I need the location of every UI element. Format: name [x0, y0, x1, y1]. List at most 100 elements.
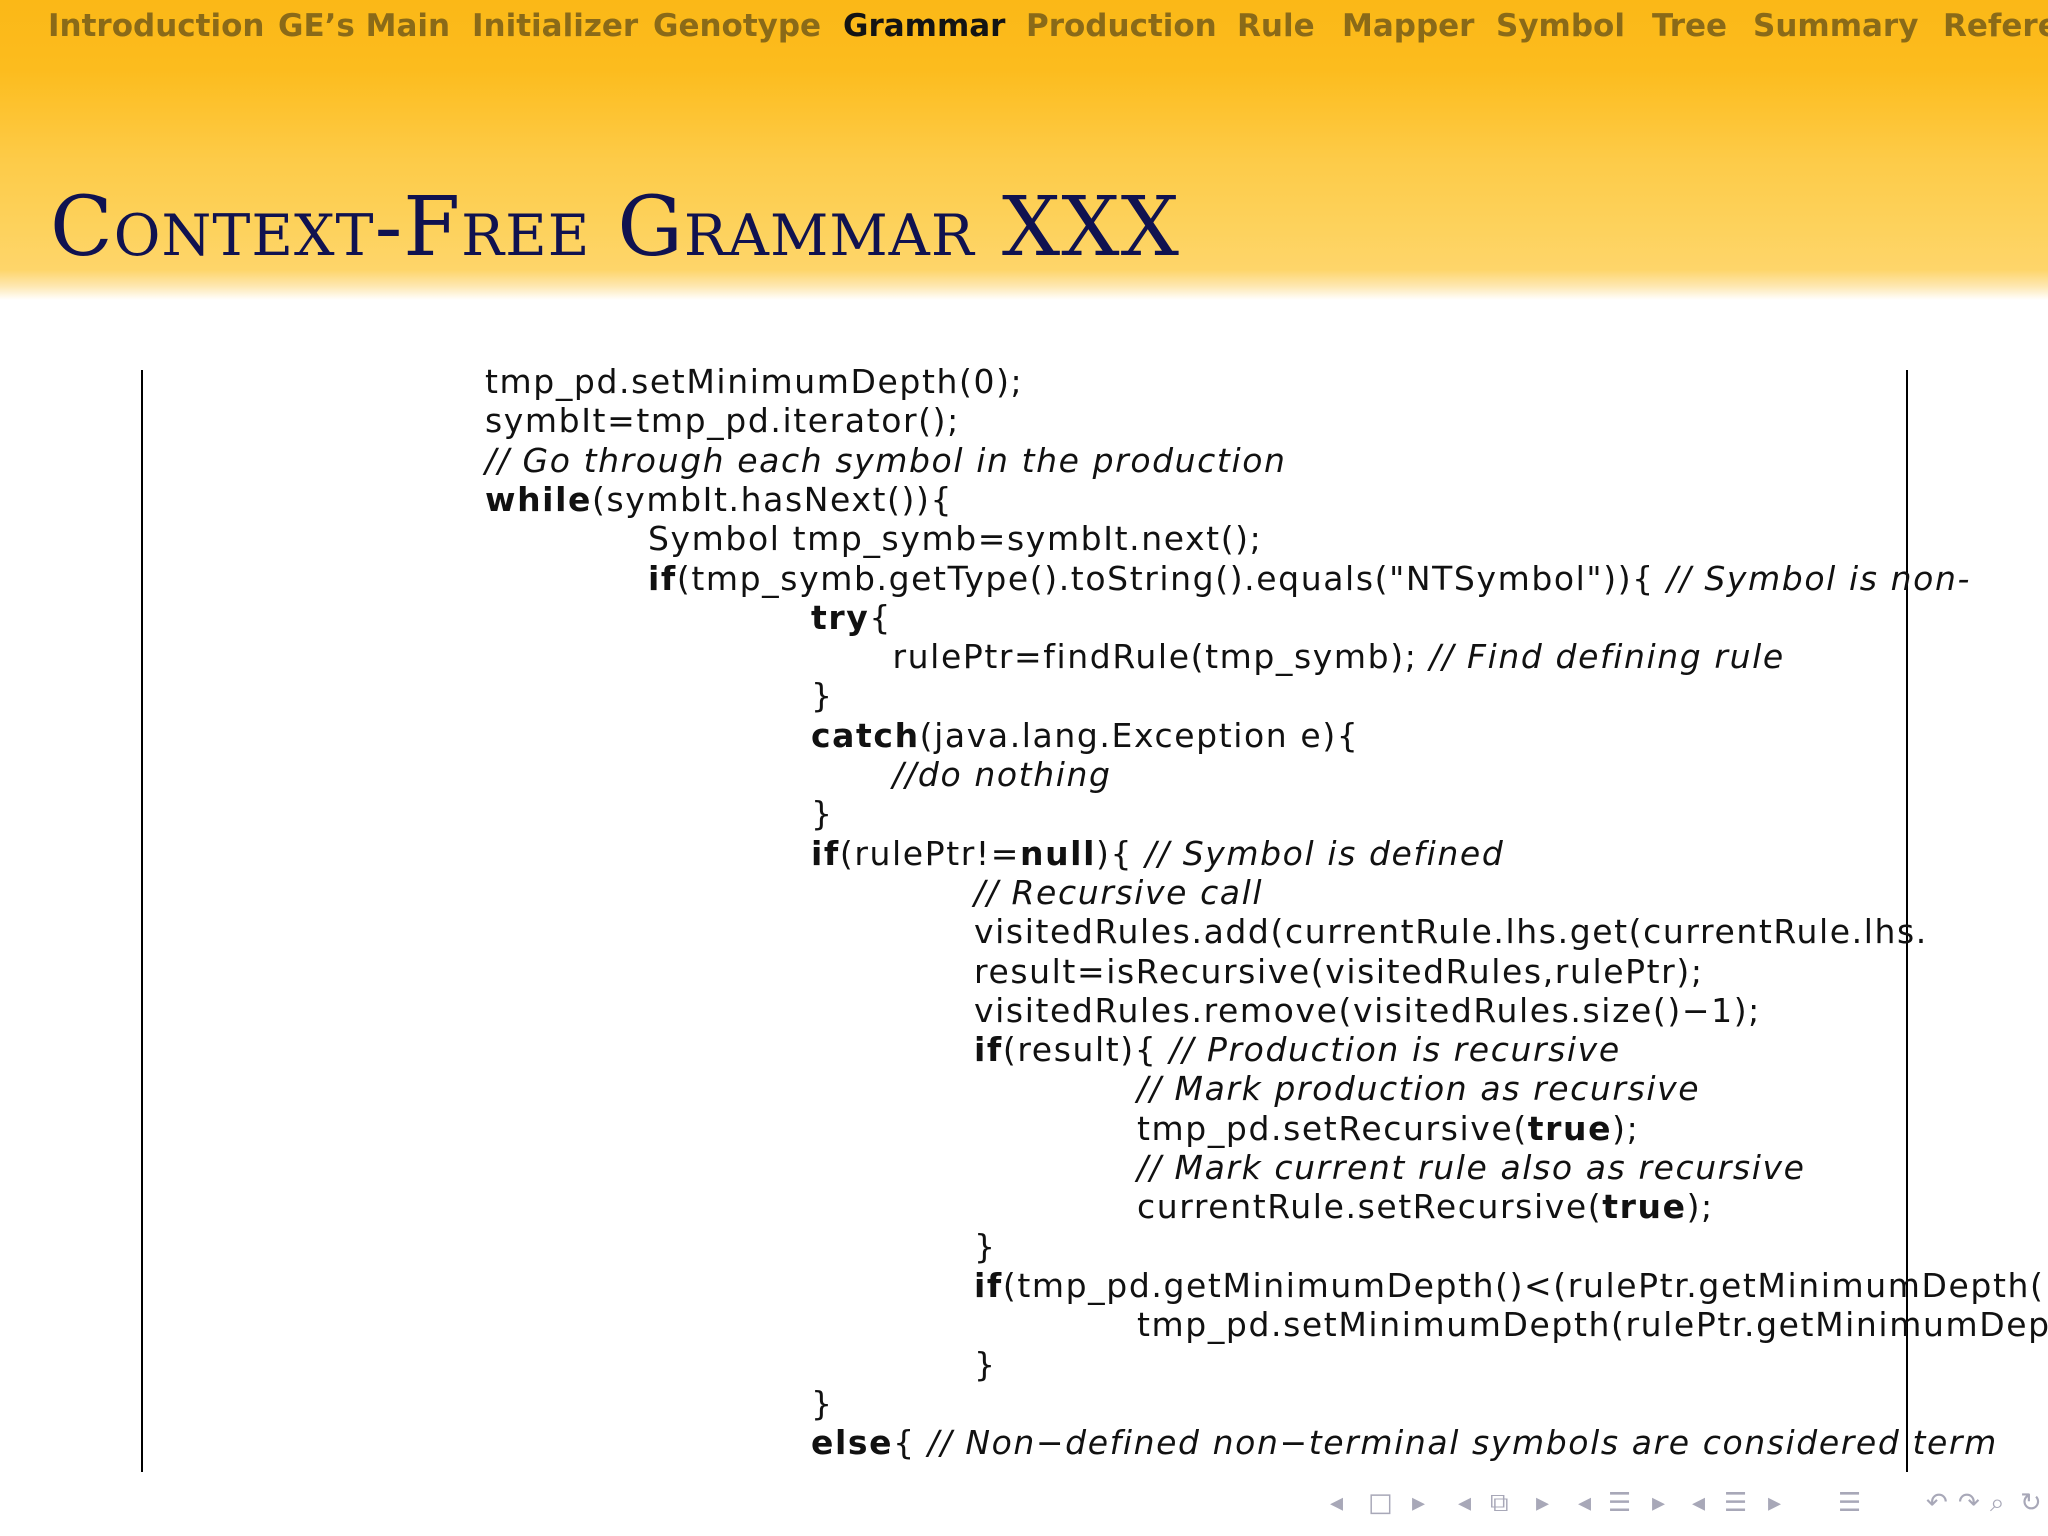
code-text: (tmp_symb.getType().toString().equals("N…: [676, 558, 1667, 598]
code-keyword: null: [1020, 833, 1097, 873]
nav-item-refere[interactable]: Refere: [1943, 8, 2048, 44]
nav-item-grammar[interactable]: Grammar: [843, 8, 1005, 44]
code-comment: // Symbol is non-: [1666, 558, 1971, 598]
section-icon[interactable]: ☰: [1608, 1488, 1631, 1518]
code-keyword: if: [974, 1030, 1003, 1070]
back-icon[interactable]: ↶: [1926, 1488, 1948, 1518]
document-icon[interactable]: ☰: [1724, 1488, 1747, 1518]
code-text: );: [1686, 1187, 1714, 1227]
code-text: (tmp_pd.getMinimumDepth()<(rulePtr.getMi…: [1002, 1265, 2045, 1305]
prev-frame-arrow-icon[interactable]: ◂: [1330, 1488, 1343, 1518]
code-line: // Recursive call: [974, 873, 1263, 912]
code-line: //do nothing: [893, 755, 1112, 794]
code-text: currentRule.setRecursive(: [1137, 1187, 1603, 1227]
code-text: (result){: [1002, 1030, 1170, 1070]
nav-item-tree[interactable]: Tree: [1652, 8, 1727, 44]
code-text: }: [811, 794, 834, 834]
code-text: Symbol tmp_symb=symbIt.next();: [648, 519, 1263, 559]
slide-title: Context-Free Grammar XXX: [50, 180, 1180, 275]
next-frame-arrow-icon[interactable]: ▸: [1412, 1488, 1425, 1518]
code-keyword: if: [974, 1265, 1003, 1305]
code-text: (java.lang.Exception e){: [919, 715, 1360, 755]
nav-item-introduction[interactable]: Introduction: [48, 8, 264, 44]
code-comment: // Symbol is defined: [1145, 833, 1505, 873]
nav-item-symbol[interactable]: Symbol: [1496, 8, 1625, 44]
code-comment: //do nothing: [892, 755, 1112, 794]
code-line: if(tmp_pd.getMinimumDepth()<(rulePtr.get…: [974, 1266, 2045, 1305]
code-line: }: [974, 1227, 997, 1266]
code-text: visitedRules.add(currentRule.lhs.get(cur…: [974, 912, 1928, 952]
code-text: {: [893, 1423, 928, 1463]
code-text: }: [811, 676, 834, 716]
code-line: // Mark current rule also as recursive: [1137, 1148, 1806, 1187]
code-line: }: [811, 794, 834, 833]
code-line: if(tmp_symb.getType().toString().equals(…: [648, 559, 1971, 598]
code-comment: // Find defining rule: [1429, 637, 1785, 677]
refresh-icon[interactable]: ↻: [2020, 1488, 2042, 1518]
code-keyword: try: [811, 597, 870, 637]
code-line: while(symbIt.hasNext()){: [485, 480, 953, 519]
code-line: tmp_pd.setMinimumDepth(0);: [485, 362, 1023, 401]
code-line: catch(java.lang.Exception e){: [811, 716, 1359, 755]
code-line: symbIt=tmp_pd.iterator();: [485, 401, 960, 440]
code-text: rulePtr=findRule(tmp_symb);: [892, 637, 1430, 677]
code-text: }: [974, 1226, 997, 1266]
code-text: }: [811, 1383, 834, 1423]
code-line: Symbol tmp_symb=symbIt.next();: [648, 519, 1262, 558]
code-text: tmp_pd.setMinimumDepth(rulePtr.getMinimu…: [1137, 1305, 2048, 1345]
prev-subsection-arrow-icon[interactable]: ◂: [1458, 1488, 1471, 1518]
code-keyword: if: [811, 833, 840, 873]
code-keyword: catch: [811, 715, 920, 755]
prev-document-arrow-icon[interactable]: ◂: [1692, 1488, 1705, 1518]
code-text: tmp_pd.setRecursive(: [1137, 1108, 1528, 1148]
code-line: result=isRecursive(visitedRules,rulePtr)…: [974, 952, 1704, 991]
code-line: }: [974, 1345, 997, 1384]
code-comment: // Recursive call: [974, 872, 1264, 912]
code-keyword: if: [648, 558, 677, 598]
slide-header: Introduction GE’s Main Initializer Genotype…: [0, 0, 2048, 300]
code-line: try{: [811, 598, 892, 637]
search-icon[interactable]: ⌕: [1990, 1488, 2005, 1519]
prev-section-arrow-icon[interactable]: ◂: [1578, 1488, 1591, 1518]
code-comment: // Mark production as recursive: [1137, 1069, 1701, 1109]
code-line: currentRule.setRecursive(true);: [1137, 1187, 1714, 1226]
code-text: (rulePtr!=: [839, 833, 1020, 873]
next-document-arrow-icon[interactable]: ▸: [1768, 1488, 1781, 1518]
code-line: }: [811, 676, 834, 715]
next-section-arrow-icon[interactable]: ▸: [1652, 1488, 1665, 1518]
nav-item-mapper[interactable]: Mapper: [1342, 8, 1474, 44]
code-line: // Mark production as recursive: [1137, 1069, 1700, 1108]
code-text: (symbIt.hasNext()){: [591, 479, 954, 519]
code-keyword: else: [811, 1423, 894, 1463]
code-line: if(rulePtr!=null){ // Symbol is defined: [811, 834, 1504, 873]
code-text: visitedRules.remove(visitedRules.size()−…: [974, 990, 1761, 1030]
code-text: ){: [1096, 833, 1146, 873]
code-line: tmp_pd.setMinimumDepth(rulePtr.getMinimu…: [1137, 1305, 2048, 1344]
code-listing: tmp_pd.setMinimumDepth(0); symbIt=tmp_pd.…: [143, 360, 2048, 1480]
nav-item-ge-s-main[interactable]: GE’s Main: [278, 8, 450, 44]
code-text: );: [1612, 1108, 1640, 1148]
code-comment: // Mark current rule also as recursive: [1137, 1148, 1806, 1187]
code-line: if(result){ // Production is recursive: [974, 1030, 1621, 1069]
beamer-navigation-symbols: ◂ □ ▸ ◂ ⧉ ▸ ◂ ☰ ▸ ◂ ☰ ▸ ☰ ↶ ↷ ⌕ ↻: [1330, 1488, 2048, 1524]
code-keyword: true: [1602, 1187, 1687, 1227]
code-line: else{ // Non−defined non−terminal symbol…: [811, 1423, 1998, 1462]
code-line: rulePtr=findRule(tmp_symb); // Find defi…: [893, 637, 1785, 676]
nav-item-summary[interactable]: Summary: [1753, 8, 1918, 44]
frame-icon[interactable]: □: [1368, 1488, 1393, 1518]
code-comment: // Non−defined non−terminal symbols are …: [927, 1423, 1998, 1463]
forward-icon[interactable]: ↷: [1958, 1488, 1980, 1518]
nav-item-genotype[interactable]: Genotype: [653, 8, 821, 44]
next-subsection-arrow-icon[interactable]: ▸: [1536, 1488, 1549, 1518]
code-keyword: while: [485, 479, 592, 519]
nav-item-initializer[interactable]: Initializer: [472, 8, 638, 44]
code-line: visitedRules.add(currentRule.lhs.get(cur…: [974, 912, 1928, 951]
code-line: tmp_pd.setRecursive(true);: [1137, 1109, 1639, 1148]
code-text: symbIt=tmp_pd.iterator();: [485, 401, 960, 441]
appendix-icon[interactable]: ☰: [1838, 1488, 1861, 1518]
code-text: result=isRecursive(visitedRules,rulePtr)…: [974, 951, 1704, 991]
code-text: tmp_pd.setMinimumDepth(0);: [485, 362, 1024, 401]
nav-item-rule[interactable]: Rule: [1237, 8, 1315, 44]
subsection-icon[interactable]: ⧉: [1490, 1488, 1509, 1519]
nav-item-production[interactable]: Production: [1026, 8, 1217, 44]
